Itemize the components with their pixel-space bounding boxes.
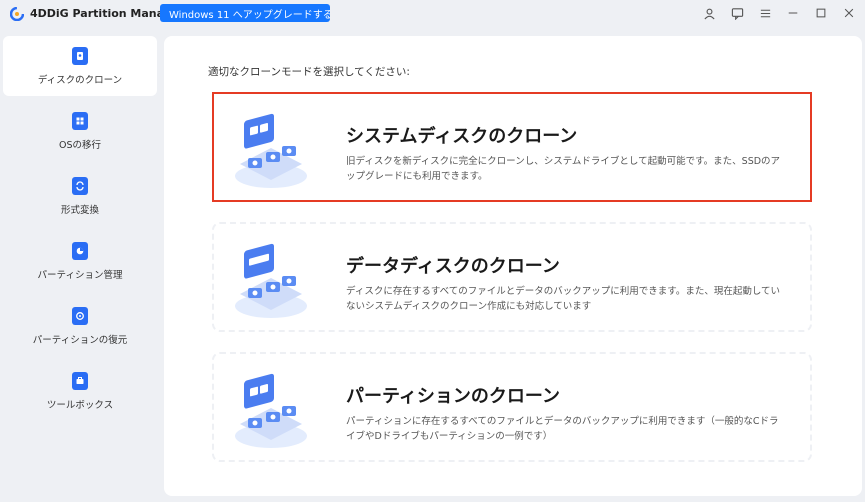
- clone-mode-prompt: 適切なクローンモードを選択してください:: [208, 66, 410, 78]
- app-logo-icon: [9, 6, 25, 22]
- convert-icon: [72, 176, 88, 195]
- main-panel: 適切なクローンモードを選択してください: システムディスクのクローン 旧ディスク…: [164, 36, 862, 496]
- windows-icon: [164, 7, 165, 19]
- partition-recover-icon: [72, 306, 88, 325]
- card-description: ディスクに存在するすべてのファイルとデータのバックアップに利用できます。また、現…: [346, 286, 781, 312]
- card-data-disk-clone[interactable]: データディスクのクローン ディスクに存在するすべてのファイルとデータのバックアッ…: [212, 222, 812, 332]
- sidebar-item-partition-recover[interactable]: パーティションの復元: [3, 296, 157, 356]
- sidebar-item-os-migrate[interactable]: OSの移行: [3, 101, 157, 161]
- card-title: システムディスクのクローン: [346, 126, 578, 147]
- card-description: パーティションに存在するすべてのファイルとデータのバックアップに利用できます（一…: [346, 416, 779, 442]
- maximize-icon[interactable]: [813, 5, 829, 21]
- sidebar-item-label: ディスクのクローン: [37, 74, 123, 86]
- user-icon[interactable]: [701, 5, 717, 21]
- menu-icon[interactable]: [757, 5, 773, 21]
- toolbox-icon: [72, 371, 88, 390]
- sidebar-item-label: 形式変換: [60, 204, 99, 216]
- partition-manage-icon: [72, 241, 88, 260]
- sidebar-item-label: パーティション管理: [37, 269, 123, 281]
- feedback-icon[interactable]: [729, 5, 745, 21]
- sidebar-item-label: パーティションの復元: [32, 334, 128, 346]
- card-system-disk-clone[interactable]: システムディスクのクローン 旧ディスクを新ディスクに完全にクローンし、システムド…: [212, 92, 812, 202]
- sidebar-item-label: OSの移行: [58, 139, 101, 151]
- title-bar: 4DDiG Partition Manager Windows 11 へアップグ…: [0, 0, 865, 30]
- close-icon[interactable]: [841, 5, 857, 21]
- card-partition-clone[interactable]: パーティションのクローン パーティションに存在するすべてのファイルとデータのバッ…: [212, 352, 812, 462]
- sidebar-item-partition-manage[interactable]: パーティション管理: [3, 231, 157, 291]
- system-disk-clone-illustration: [235, 113, 307, 188]
- os-migrate-icon: [72, 111, 88, 130]
- data-disk-clone-illustration: [235, 243, 307, 318]
- upgrade-button-label: Windows 11 へアップグレードする: [169, 9, 330, 21]
- card-title: パーティションのクローン: [346, 386, 561, 407]
- partition-clone-illustration: [235, 373, 307, 448]
- sidebar-item-toolbox[interactable]: ツールボックス: [3, 361, 157, 421]
- upgrade-windows11-button[interactable]: Windows 11 へアップグレードする: [160, 4, 330, 22]
- card-description: 旧ディスクを新ディスクに完全にクローンし、システムドライブとして起動可能です。ま…: [346, 156, 781, 182]
- sidebar-item-label: ツールボックス: [46, 399, 114, 411]
- sidebar-item-convert[interactable]: 形式変換: [3, 166, 157, 226]
- card-title: データディスクのクローン: [346, 256, 560, 277]
- sidebar-item-disk-clone[interactable]: ディスクのクローン: [3, 36, 157, 96]
- disk-clone-icon: [72, 46, 88, 65]
- sidebar: ディスクのクローン OSの移行 形式変換 パーティション管理 パーティションの復…: [0, 36, 160, 502]
- minimize-icon[interactable]: [785, 5, 801, 21]
